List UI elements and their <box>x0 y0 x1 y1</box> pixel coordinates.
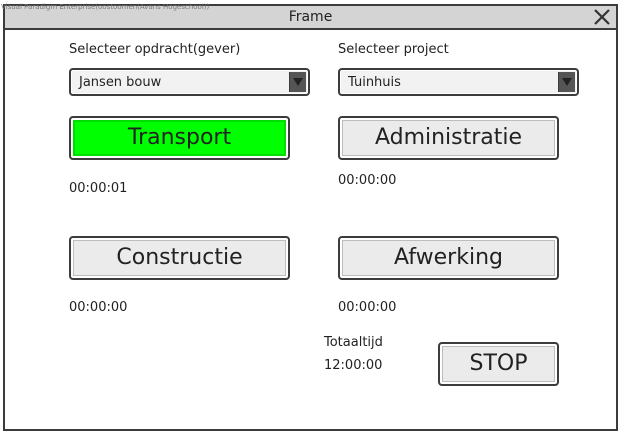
client-select-value: Jansen bouw <box>79 75 162 90</box>
client-label: Selecteer opdracht(gever) <box>69 42 241 57</box>
afwerking-button[interactable]: Afwerking <box>338 236 559 280</box>
close-icon[interactable] <box>593 8 611 26</box>
project-label: Selecteer project <box>338 42 449 57</box>
window-title: Frame <box>288 9 333 25</box>
chevron-down-icon[interactable] <box>558 72 575 92</box>
administratie-time: 00:00:00 <box>338 173 397 188</box>
administratie-button[interactable]: Administratie <box>338 116 559 160</box>
total-value: 12:00:00 <box>324 358 383 373</box>
transport-button[interactable]: Transport <box>69 116 290 160</box>
transport-time: 00:00:01 <box>69 181 128 196</box>
client-select[interactable]: Jansen bouw <box>69 68 310 96</box>
constructie-time: 00:00:00 <box>69 300 128 315</box>
constructie-button[interactable]: Constructie <box>69 236 290 280</box>
project-select-value: Tuinhuis <box>348 75 401 90</box>
stop-button[interactable]: STOP <box>438 342 559 386</box>
afwerking-time: 00:00:00 <box>338 300 397 315</box>
title-bar[interactable]: Visual Paradigm Enterprise(oostoomen(Ava… <box>1 3 616 30</box>
total-label: Totaaltijd <box>324 335 383 350</box>
chevron-down-icon[interactable] <box>289 72 306 92</box>
project-select[interactable]: Tuinhuis <box>338 68 579 96</box>
